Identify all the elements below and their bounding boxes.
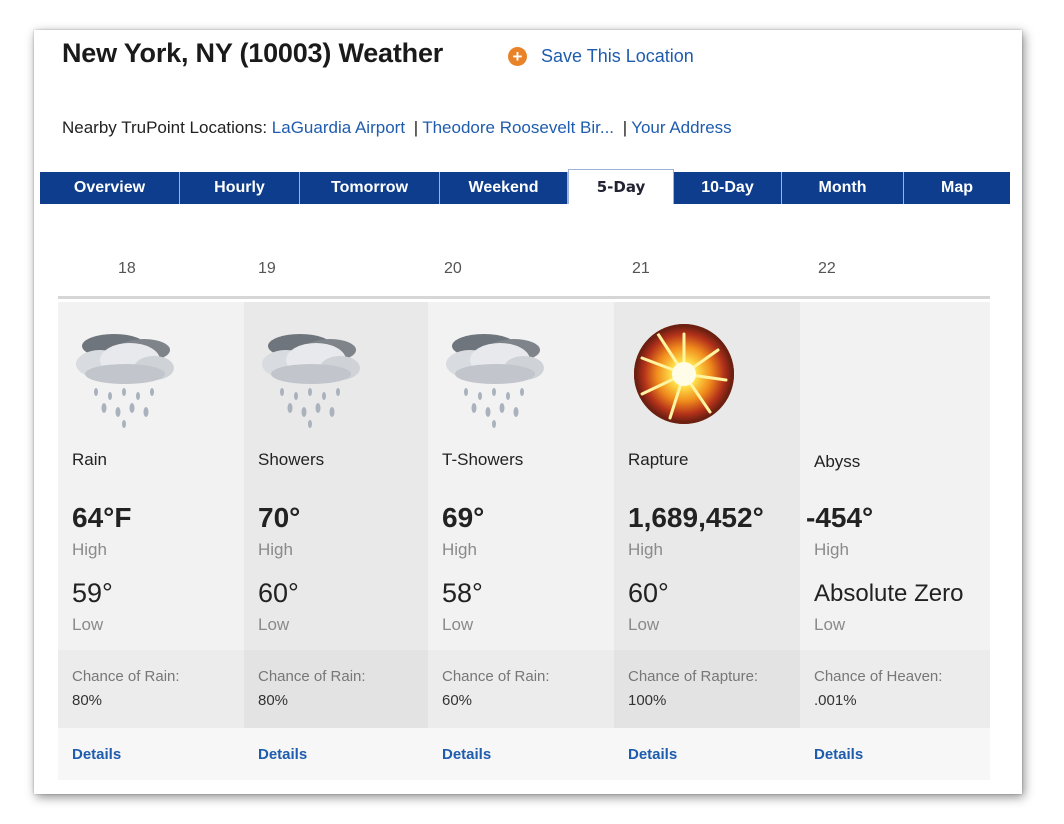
chance-value: 60% (442, 692, 473, 709)
high-temp: 64°F (72, 502, 132, 533)
low-temp: 60° (258, 578, 299, 608)
high-label: High (258, 540, 293, 559)
tab-weekend[interactable]: Weekend (440, 172, 568, 204)
rain-cloud-icon (446, 334, 544, 428)
forecast-tabs: Overview Hourly Tomorrow Weekend 5-Day 1… (40, 169, 1010, 204)
low-temp: 58° (442, 578, 483, 608)
details-link[interactable]: Details (258, 746, 307, 763)
forecast-day-card: T-Showers 69° High 58° Low Chance of Rai… (428, 302, 614, 780)
nearby-separator: | (413, 118, 419, 137)
plus-circle-icon: + (508, 47, 527, 66)
tab-5-day[interactable]: 5-Day (568, 169, 674, 204)
low-label: Low (628, 615, 660, 634)
high-label: High (72, 540, 107, 559)
page-title: New York, NY (10003) Weather (62, 38, 444, 68)
high-label: High (628, 540, 663, 559)
day-date: 18 (118, 260, 136, 277)
chance-label: Chance of Rapture: (628, 668, 759, 685)
low-temp: 60° (628, 578, 669, 608)
explosion-icon (634, 324, 734, 424)
details-link[interactable]: Details (442, 746, 491, 763)
day-date: 20 (444, 260, 462, 277)
nearby-link-your-address[interactable]: Your Address (631, 118, 732, 137)
low-label: Low (258, 615, 290, 634)
high-temp: 70° (258, 502, 301, 533)
forecast-day-card: Rain 64°F High 59° Low Chance of Rain: 8… (58, 302, 244, 780)
chance-label: Chance of Rain: (72, 668, 180, 685)
day-date: 19 (258, 260, 276, 277)
tab-map[interactable]: Map (904, 172, 1010, 204)
tab-overview[interactable]: Overview (40, 172, 180, 204)
chance-value: 80% (258, 692, 289, 709)
divider (58, 296, 990, 299)
details-link[interactable]: Details (814, 746, 863, 763)
high-temp: 69° (442, 502, 485, 533)
day-date: 21 (632, 260, 650, 277)
high-temp: 1,689,452° (628, 502, 764, 533)
condition-label: Rain (72, 450, 107, 469)
condition-label: Abyss (814, 452, 861, 471)
low-label: Low (814, 615, 846, 634)
nearby-link-laguardia[interactable]: LaGuardia Airport (272, 118, 405, 137)
forecast-day-card: Showers 70° High 60° Low Chance of Rain:… (244, 302, 428, 780)
chance-value: 100% (628, 692, 667, 709)
save-location-label: Save This Location (541, 46, 694, 66)
save-location-button[interactable]: + Save This Location (508, 46, 694, 67)
nearby-label: Nearby TruPoint Locations: (62, 118, 268, 137)
day-date: 22 (818, 260, 836, 277)
forecast-day-card: Abyss -454° High Absolute Zero Low Chanc… (800, 302, 990, 780)
weather-widget: New York, NY (10003) Weather + Save This… (34, 30, 1022, 794)
chance-value: .001% (814, 692, 857, 709)
low-temp: Absolute Zero (814, 580, 964, 607)
forecast-day-card: Rapture 1,689,452° High 60° Low Chance o… (614, 302, 800, 780)
high-label: High (814, 540, 849, 559)
chance-value: 80% (72, 692, 103, 709)
high-temp: -454° (806, 502, 874, 533)
nearby-locations: Nearby TruPoint Locations: LaGuardia Air… (62, 118, 732, 138)
low-temp: 59° (72, 578, 113, 608)
chance-label: Chance of Rain: (258, 668, 366, 685)
tab-10-day[interactable]: 10-Day (674, 172, 782, 204)
details-link[interactable]: Details (72, 746, 121, 763)
low-label: Low (72, 615, 104, 634)
chance-label: Chance of Heaven: (814, 668, 943, 685)
condition-label: T-Showers (442, 450, 524, 469)
nearby-link-theodore-roosevelt[interactable]: Theodore Roosevelt Bir... (422, 118, 614, 137)
nearby-separator: | (622, 118, 628, 137)
tab-tomorrow[interactable]: Tomorrow (300, 172, 440, 204)
details-link[interactable]: Details (628, 746, 677, 763)
condition-label: Rapture (628, 450, 689, 469)
tab-hourly[interactable]: Hourly (180, 172, 300, 204)
chance-label: Chance of Rain: (442, 668, 550, 685)
rain-cloud-icon (262, 334, 360, 428)
tab-month[interactable]: Month (782, 172, 904, 204)
high-label: High (442, 540, 477, 559)
rain-cloud-icon (76, 334, 174, 428)
condition-label: Showers (258, 450, 325, 469)
low-label: Low (442, 615, 474, 634)
